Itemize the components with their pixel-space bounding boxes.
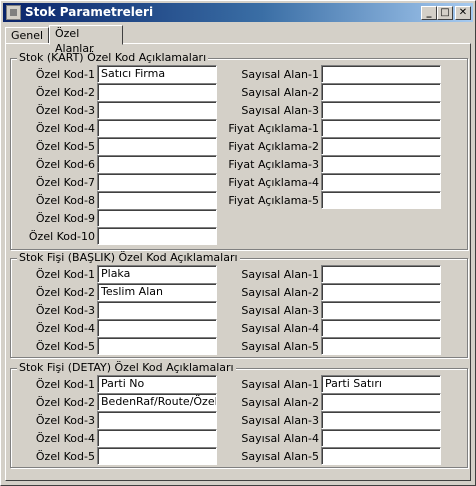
sayisal-alan-label: Sayısal Alan-5 xyxy=(241,450,319,463)
ozel-kod-label: Özel Kod-5 xyxy=(35,340,95,353)
sayisal-alan-label: Sayısal Alan-5 xyxy=(241,340,319,353)
ozel-kod-field[interactable] xyxy=(97,447,217,465)
sayisal-alan-label: Sayısal Alan-4 xyxy=(241,322,319,335)
ozel-kod-label: Özel Kod-1 xyxy=(35,68,95,81)
group-title-stok-fisi-baslik: Stok Fişi (BAŞLIK) Özel Kod Açıklamaları xyxy=(17,251,240,264)
sayisal-alan-label: Fiyat Açıklama-1 xyxy=(228,122,319,135)
ozel-kod-field[interactable] xyxy=(97,137,217,155)
sayisal-alan-label: Fiyat Açıklama-4 xyxy=(228,176,319,189)
sayisal-alan-field[interactable] xyxy=(321,119,441,137)
ozel-kod-field[interactable]: Teslim Alan xyxy=(97,283,217,301)
sayisal-alan-field[interactable] xyxy=(321,101,441,119)
ozel-kod-field[interactable]: BedenRaf/Route/Özel xyxy=(97,393,217,411)
sayisal-alan-label: Sayısal Alan-2 xyxy=(241,286,319,299)
sayisal-alan-label: Sayısal Alan-3 xyxy=(241,104,319,117)
ozel-kod-field[interactable] xyxy=(97,301,217,319)
ozel-kod-label: Özel Kod-4 xyxy=(35,322,95,335)
ozel-kod-label: Özel Kod-2 xyxy=(35,396,95,409)
window-title: Stok Parametreleri xyxy=(25,5,154,19)
ozel-kod-label: Özel Kod-2 xyxy=(35,286,95,299)
sayisal-alan-field[interactable] xyxy=(321,301,441,319)
sayisal-alan-field[interactable] xyxy=(321,173,441,191)
ozel-kod-label: Özel Kod-1 xyxy=(35,268,95,281)
sayisal-alan-field[interactable] xyxy=(321,83,441,101)
ozel-kod-field[interactable] xyxy=(97,319,217,337)
group-title-stok-kart: Stok (KART) Özel Kod Açıklamaları xyxy=(17,51,209,64)
ozel-kod-field[interactable] xyxy=(97,209,217,227)
sayisal-alan-label: Sayısal Alan-4 xyxy=(241,432,319,445)
ozel-kod-field[interactable] xyxy=(97,227,217,245)
tab-genel[interactable]: Genel xyxy=(5,27,49,44)
sayisal-alan-field[interactable] xyxy=(321,191,441,209)
tab-ozel-alanlar[interactable]: Özel Alanlar xyxy=(49,25,123,55)
ozel-kod-field[interactable] xyxy=(97,119,217,137)
ozel-kod-field[interactable]: Plaka xyxy=(97,265,217,283)
sayisal-alan-label: Sayısal Alan-2 xyxy=(241,396,319,409)
sayisal-alan-label: Sayısal Alan-3 xyxy=(241,414,319,427)
group-stok-fisi-baslik: Stok Fişi (BAŞLIK) Özel Kod Açıklamaları… xyxy=(10,251,468,358)
sayisal-alan-field[interactable] xyxy=(321,283,441,301)
sayisal-alan-field[interactable] xyxy=(321,429,441,447)
sayisal-alan-label: Sayısal Alan-1 xyxy=(241,378,319,391)
ozel-kod-label: Özel Kod-8 xyxy=(35,194,95,207)
ozel-kod-field[interactable] xyxy=(97,411,217,429)
ozel-kod-label: Özel Kod-5 xyxy=(35,140,95,153)
title-bar[interactable]: Stok Parametreleri _ □ ✕ xyxy=(3,3,473,22)
sayisal-alan-field[interactable] xyxy=(321,411,441,429)
ozel-kod-label: Özel Kod-4 xyxy=(35,122,95,135)
sayisal-alan-field[interactable]: Parti Satırı xyxy=(321,375,441,393)
ozel-kod-field[interactable] xyxy=(97,337,217,355)
ozel-kod-label: Özel Kod-3 xyxy=(35,304,95,317)
sayisal-alan-label: Fiyat Açıklama-3 xyxy=(228,158,319,171)
ozel-kod-field[interactable] xyxy=(97,429,217,447)
ozel-kod-label: Özel Kod-3 xyxy=(35,104,95,117)
sayisal-alan-label: Sayısal Alan-1 xyxy=(241,268,319,281)
sayisal-alan-field[interactable] xyxy=(321,137,441,155)
stok-parametreleri-window: Stok Parametreleri _ □ ✕ Genel Özel Alan… xyxy=(0,0,476,486)
sayisal-alan-field[interactable] xyxy=(321,337,441,355)
ozel-kod-field[interactable]: Satıcı Firma xyxy=(97,65,217,83)
ozel-kod-label: Özel Kod-3 xyxy=(35,414,95,427)
group-title-stok-fisi-detay: Stok Fişi (DETAY) Özel Kod Açıklamaları xyxy=(17,361,236,374)
sayisal-alan-field[interactable] xyxy=(321,65,441,83)
maximize-button[interactable]: □ xyxy=(437,6,453,20)
sayisal-alan-field[interactable] xyxy=(321,265,441,283)
group-stok-fisi-detay: Stok Fişi (DETAY) Özel Kod Açıklamaları … xyxy=(10,361,468,468)
sayisal-alan-field[interactable] xyxy=(321,447,441,465)
group-stok-kart: Stok (KART) Özel Kod Açıklamaları Özel K… xyxy=(10,51,468,250)
sayisal-alan-label: Sayısal Alan-2 xyxy=(241,86,319,99)
sayisal-alan-label: Sayısal Alan-3 xyxy=(241,304,319,317)
ozel-kod-label: Özel Kod-10 xyxy=(28,230,95,243)
minimize-button[interactable]: _ xyxy=(421,6,437,20)
sayisal-alan-label: Sayısal Alan-1 xyxy=(241,68,319,81)
ozel-kod-field[interactable] xyxy=(97,83,217,101)
ozel-kod-label: Özel Kod-2 xyxy=(35,86,95,99)
ozel-kod-field[interactable] xyxy=(97,191,217,209)
ozel-kod-label: Özel Kod-5 xyxy=(35,450,95,463)
ozel-kod-label: Özel Kod-7 xyxy=(35,176,95,189)
ozel-kod-label: Özel Kod-1 xyxy=(35,378,95,391)
ozel-kod-field[interactable] xyxy=(97,173,217,191)
close-button[interactable]: ✕ xyxy=(455,6,471,20)
ozel-kod-field[interactable] xyxy=(97,155,217,173)
sayisal-alan-label: Fiyat Açıklama-5 xyxy=(228,194,319,207)
ozel-kod-field[interactable] xyxy=(97,101,217,119)
ozel-kod-field[interactable]: Parti No xyxy=(97,375,217,393)
ozel-kod-label: Özel Kod-9 xyxy=(35,212,95,225)
sayisal-alan-field[interactable] xyxy=(321,319,441,337)
sayisal-alan-label: Fiyat Açıklama-2 xyxy=(228,140,319,153)
tab-panel-ozel-alanlar: Stok (KART) Özel Kod Açıklamaları Özel K… xyxy=(5,43,471,481)
sayisal-alan-field[interactable] xyxy=(321,393,441,411)
sayisal-alan-field[interactable] xyxy=(321,155,441,173)
app-icon xyxy=(6,5,21,20)
ozel-kod-label: Özel Kod-4 xyxy=(35,432,95,445)
ozel-kod-label: Özel Kod-6 xyxy=(35,158,95,171)
